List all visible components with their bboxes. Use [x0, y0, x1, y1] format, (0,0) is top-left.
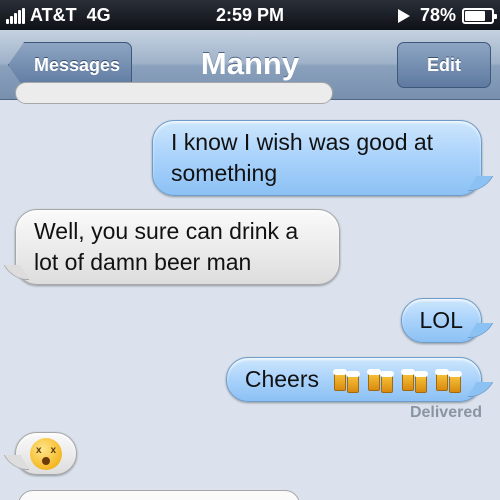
- edit-button[interactable]: Edit: [397, 42, 491, 88]
- message-bubble-partial: [15, 82, 333, 104]
- dizzy-face-icon: xx: [30, 437, 62, 470]
- message-bubble-partial: [18, 490, 300, 500]
- message-bubble-outgoing[interactable]: I know I wish was good at something: [152, 120, 482, 196]
- message-bubble-incoming[interactable]: Well, you sure can drink a lot of damn b…: [15, 209, 340, 285]
- message-bubble-outgoing[interactable]: Cheers: [225, 357, 482, 402]
- delivery-status: Delivered: [409, 404, 482, 421]
- status-right: 78%: [397, 5, 497, 26]
- message-bubble-outgoing[interactable]: LOL: [400, 298, 482, 343]
- battery-percent: 78%: [419, 5, 456, 25]
- battery-icon: [462, 7, 497, 24]
- message-thread[interactable]: I know I wish was good at something Well…: [0, 82, 500, 500]
- emoji-row: [327, 367, 463, 393]
- message-bubble-incoming[interactable]: xx: [15, 432, 77, 475]
- beers-icon: [401, 367, 429, 393]
- beers-icon: [333, 367, 361, 393]
- status-bar: AT&T 4G 2:59 PM 78%: [0, 0, 500, 30]
- message-text: Cheers: [244, 366, 319, 392]
- play-icon: [397, 8, 410, 23]
- beers-icon: [435, 367, 463, 393]
- beers-icon: [367, 367, 395, 393]
